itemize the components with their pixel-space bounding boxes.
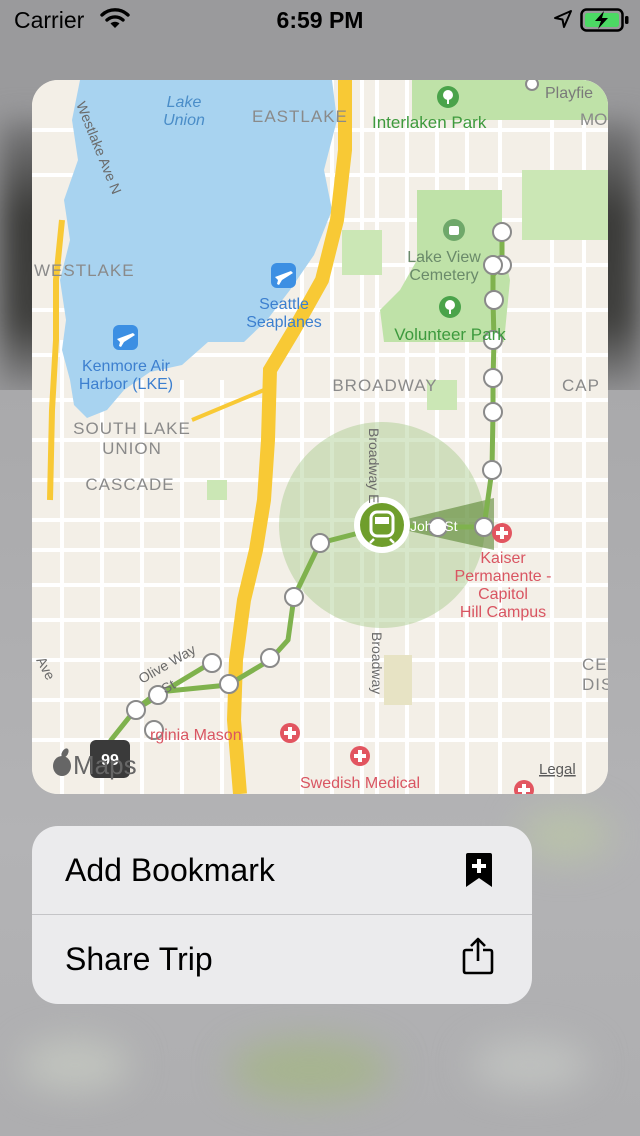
map-label-lake-union: Union: [163, 112, 205, 129]
background-blob: [230, 1040, 390, 1100]
background-blob: [20, 1040, 130, 1090]
map-label-eastlake: EASTLAKE: [252, 107, 348, 126]
map-label-kenmore: Harbor (LKE): [79, 376, 173, 393]
hospital-pin-icon[interactable]: [492, 523, 512, 543]
map-label-broadway: Broadway: [369, 632, 385, 694]
map-label-broadway-e: Broadway E: [366, 428, 382, 503]
map-label-cap: CAP: [562, 376, 600, 395]
transit-stop[interactable]: [202, 653, 222, 673]
transit-stop[interactable]: [260, 648, 280, 668]
airport-pin-icon[interactable]: [113, 325, 138, 350]
cemetery-pin-icon[interactable]: [443, 219, 465, 241]
transit-stop[interactable]: [219, 674, 239, 694]
park-pin-icon[interactable]: [439, 296, 461, 318]
hospital-pin-icon[interactable]: [280, 723, 300, 743]
map-label-playfield: Playfie: [545, 85, 593, 102]
map-label-mo: MO: [580, 110, 607, 129]
park-patch: [207, 480, 227, 500]
park-patch: [342, 230, 382, 275]
map-canvas[interactable]: Lake Union EASTLAKE Interlaken Park Play…: [32, 80, 608, 794]
transit-stop[interactable]: [284, 587, 304, 607]
map-label-south-lake-union: SOUTH LAKE: [73, 419, 191, 438]
map-label-john-st: John St: [410, 518, 458, 534]
status-time: 6:59 PM: [276, 7, 364, 33]
background-blob: [470, 1040, 590, 1090]
background-blob: [520, 810, 610, 860]
share-trip-label: Share Trip: [65, 941, 213, 977]
park-patch: [522, 170, 608, 240]
transit-stop[interactable]: [126, 700, 146, 720]
map-label-ce: CE: [582, 655, 608, 674]
add-bookmark-label: Add Bookmark: [65, 852, 275, 888]
transit-stop[interactable]: [492, 222, 512, 242]
hospital-pin-icon[interactable]: [350, 746, 370, 766]
map-label-dis: DIS: [582, 675, 608, 694]
transit-stop[interactable]: [483, 402, 503, 422]
legal-link[interactable]: Legal: [539, 761, 576, 778]
maps-brand-label: Maps: [73, 750, 137, 780]
map-label-kenmore: Kenmore Air: [82, 358, 171, 375]
park-pin-icon[interactable]: [437, 86, 459, 108]
share-trip-button[interactable]: Share Trip: [32, 915, 532, 1003]
context-menu: Add Bookmark Share Trip: [32, 826, 532, 1004]
map-label-broadway-area: BROADWAY: [332, 376, 437, 395]
transit-stop[interactable]: [483, 368, 503, 388]
map-label-volunteer-park: Volunteer Park: [394, 325, 506, 344]
map-label-westlake: WESTLAKE: [34, 261, 135, 280]
map-label-interlaken-park: Interlaken Park: [372, 113, 487, 132]
poi-dot: [525, 80, 539, 91]
map-label-cemetery: Lake View: [407, 249, 481, 266]
map-label-seaplanes: Seaplanes: [246, 314, 322, 331]
map-label-seaplanes: Seattle: [259, 296, 309, 313]
map-label-cemetery: Cemetery: [409, 267, 478, 284]
vehicle-marker[interactable]: [354, 497, 410, 553]
transit-stop[interactable]: [482, 460, 502, 480]
add-bookmark-button[interactable]: Add Bookmark: [32, 826, 532, 914]
bookmark-add-icon: [466, 853, 492, 887]
transit-stop[interactable]: [484, 290, 504, 310]
map-preview[interactable]: Lake Union EASTLAKE Interlaken Park Play…: [32, 80, 608, 794]
transit-stop[interactable]: [483, 255, 503, 275]
transit-stop[interactable]: [310, 533, 330, 553]
transit-stop[interactable]: [474, 517, 494, 537]
share-icon: [462, 937, 494, 975]
map-label-kaiser: Capitol: [478, 586, 528, 603]
park-patch: [384, 655, 412, 705]
map-label-south-lake-union: UNION: [102, 439, 162, 458]
battery-charging-icon: [580, 8, 629, 32]
map-label-kaiser: Permanente -: [455, 568, 552, 585]
airport-pin-icon[interactable]: [271, 263, 296, 288]
map-label-lake-union: Lake: [167, 94, 202, 111]
map-label-cascade: CASCADE: [85, 475, 174, 494]
location-arrow-icon: [554, 10, 572, 28]
map-label-kaiser: Hill Campus: [460, 604, 546, 621]
map-label-virginia-mason: rginia Mason: [150, 727, 242, 744]
status-bar: Carrier 6:59 PM: [0, 0, 640, 40]
map-label-swedish-medical: Swedish Medical: [300, 775, 420, 792]
map-label-kaiser: Kaiser: [480, 550, 526, 567]
